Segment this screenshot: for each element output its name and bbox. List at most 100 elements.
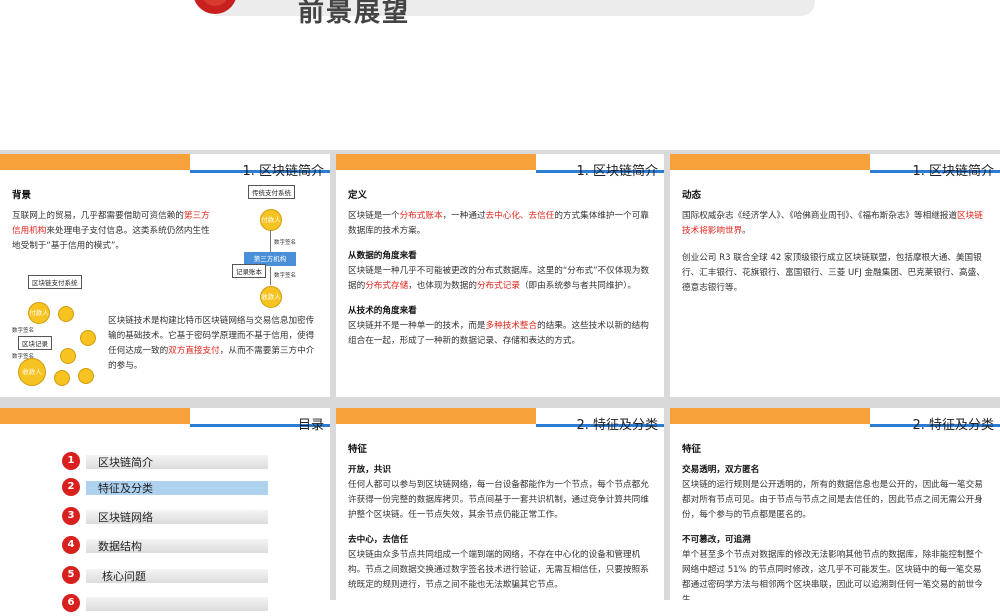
subheading: 从数据的角度来看 xyxy=(348,251,417,261)
toc-number-badge: 5 xyxy=(62,566,80,584)
text-run: 。 xyxy=(742,226,751,236)
slide-thumbnail-5[interactable]: 2. 特征及分类 特征 开放，共识 任何人都可以参与到区块链网络，每一台设备都能… xyxy=(336,408,664,600)
slide-header: 2. 特征及分类 xyxy=(670,408,1000,436)
highlight-text: 多种技术整合 xyxy=(485,321,538,331)
toc-item[interactable]: 3 区块链网络 xyxy=(62,507,272,529)
subheading: 从技术的角度来看 xyxy=(348,306,417,316)
slide-heading: 特征 xyxy=(682,444,702,455)
toc-item-label: 数据结构 xyxy=(98,540,142,553)
text-run: 国际权威杂志《经济学人》、《哈佛商业周刊》、《福布斯杂志》等相继报道 xyxy=(682,211,957,221)
paragraph: 区块链是一个分布式账本，一种通过去中心化、去信任的方式集体维护一个可靠数据库的技… xyxy=(348,209,654,239)
toc-number-badge: 2 xyxy=(62,478,80,496)
toc-number-badge: 6 xyxy=(62,594,80,612)
paragraph: 区块链并不是一种单一的技术，而是多种技术整合的结果。这些技术以新的结构组合在一起… xyxy=(348,319,654,349)
header-orange-bar xyxy=(670,408,870,424)
slide-heading: 特征 xyxy=(348,444,368,455)
slide-header-title: 1. 区块链简介 xyxy=(912,164,994,179)
payee-node: 收款人 xyxy=(260,286,282,308)
slide-header: 1. 区块链简介 xyxy=(336,154,664,182)
highlight-text: 分布式账本 xyxy=(399,211,443,221)
slide-thumbnail-1[interactable]: 1. 区块链简介 背景 互联网上的贸易，几乎都需要借助可资信赖的第三方信用机构来… xyxy=(0,154,330,397)
signature-label: 数字签名 xyxy=(274,240,297,246)
header-orange-bar xyxy=(0,154,190,170)
slide-body: 背景 互联网上的贸易，几乎都需要借助可资信赖的第三方信用机构来处理电子支付信息。… xyxy=(12,188,210,254)
paragraph: 区块链是一种几乎不可能被更改的分布式数据库。这里的“分布式”不仅体现为数据的分布… xyxy=(348,264,654,294)
slide-header-title: 1. 区块链简介 xyxy=(242,164,324,179)
block-record-label: 区块记录 xyxy=(18,336,52,350)
slide-header-title: 1. 区块链简介 xyxy=(576,164,658,179)
toc-item[interactable]: 4 数据结构 xyxy=(62,536,272,558)
connector-line xyxy=(270,267,271,285)
toc-item[interactable]: 6 xyxy=(62,594,272,616)
slide-heading: 动态 xyxy=(682,190,702,201)
toc-item[interactable]: 5 核心问题 xyxy=(62,566,272,588)
header-orange-bar xyxy=(336,408,536,424)
slide-header: 1. 区块链简介 xyxy=(0,154,330,182)
slide-thumbnail-3[interactable]: 1. 区块链简介 动态 国际权威杂志《经济学人》、《哈佛商业周刊》、《福布斯杂志… xyxy=(670,154,1000,397)
text-run: ，也体现为数据的 xyxy=(408,281,477,291)
traditional-payment-diagram: 传统支付系统 付款人 数字签名 第三方机构 记录账本 数字签名 收款人 xyxy=(226,182,326,312)
slide-heading: 定义 xyxy=(348,190,368,201)
paragraph: 互联网上的贸易，几乎都需要借助可资信赖的第三方信用机构来处理电子支付信息。这类系… xyxy=(12,209,210,254)
slide-thumbnail-2[interactable]: 1. 区块链简介 定义 区块链是一个分布式账本，一种通过去中心化、去信任的方式集… xyxy=(336,154,664,397)
toc-number-badge: 1 xyxy=(62,452,80,470)
diagram-title: 传统支付系统 xyxy=(248,185,295,199)
subheading: 开放，共识 xyxy=(348,465,391,475)
subheading: 不可篡改，可追溯 xyxy=(682,535,751,545)
slide-body: 特征 交易透明，双方匿名 区块链的运行规则是公开透明的，所有的数据信息也是公开的… xyxy=(682,442,990,600)
toc-item-label: 特征及分类 xyxy=(98,482,153,495)
paragraph: 单个甚至多个节点对数据库的修改无法影响其他节点的数据库，除非能控制整个网络中超过… xyxy=(682,550,983,600)
text-run: 互联网上的贸易，几乎都需要借助可资信赖的 xyxy=(12,211,184,221)
slide-header-title: 目录 xyxy=(297,418,324,433)
highlight-text: 双方直接支付 xyxy=(168,346,220,356)
peer-node xyxy=(60,348,76,364)
peer-node xyxy=(58,306,74,322)
connector-line xyxy=(270,230,271,252)
diagram-title: 区块链支付系统 xyxy=(28,275,82,289)
toc-number-badge: 3 xyxy=(62,507,80,525)
text-run: ，一种通过 xyxy=(442,211,486,221)
toc-item-label: 区块链网络 xyxy=(98,511,153,524)
hero-title: 前景展望 xyxy=(298,0,411,28)
slide-header-title: 2. 特征及分类 xyxy=(576,418,658,433)
header-orange-bar xyxy=(0,408,190,424)
subheading: 去中心，去信任 xyxy=(348,535,409,545)
slide-body-lower: 区块链技术是构建比特币区块链网络与交易信息加密传输的基础技术。它基于密码学原理而… xyxy=(108,314,316,374)
peer-node xyxy=(80,330,96,346)
ledger-label: 记录账本 xyxy=(232,264,266,278)
toc-item[interactable]: 1 区块链简介 xyxy=(62,452,272,474)
blockchain-payment-diagram: 区块链支付系统 付款人 数字签名 区块记录 数字签名 收款人 xyxy=(8,272,108,387)
payee-node: 收款人 xyxy=(18,358,46,386)
payer-node: 付款人 xyxy=(260,209,282,231)
slide-heading: 背景 xyxy=(12,190,32,201)
text-run: （即由系统参与者共同维护）。 xyxy=(519,281,636,291)
subheading: 交易透明，双方匿名 xyxy=(682,465,760,475)
slide-header: 1. 区块链简介 xyxy=(670,154,1000,182)
highlight-text: 分布式记录 xyxy=(476,281,520,291)
slide-header-title: 2. 特征及分类 xyxy=(912,418,994,433)
header-orange-bar xyxy=(670,154,870,170)
paragraph: 区块链技术是构建比特币区块链网络与交易信息加密传输的基础技术。它基于密码学原理而… xyxy=(108,314,316,374)
slide-body: 特征 开放，共识 任何人都可以参与到区块链网络，每一台设备都能作为一个节点，每个… xyxy=(348,442,654,593)
peer-node xyxy=(54,370,70,386)
toc-item-label: 区块链简介 xyxy=(98,456,153,469)
paragraph: 区块链由众多节点共同组成一个端到端的网络，不存在中心化的设备和管理机构。节点之间… xyxy=(348,550,649,590)
paragraph: 任何人都可以参与到区块链网络，每一台设备都能作为一个节点，每个节点都允许获得一份… xyxy=(348,480,649,520)
toc-item-bar xyxy=(86,597,268,611)
text-run: 区块链并不是一种单一的技术，而是 xyxy=(348,321,486,331)
toc-number-badge: 4 xyxy=(62,536,80,554)
toc-item-active[interactable]: 2 特征及分类 xyxy=(62,478,272,500)
slide-header: 目录 xyxy=(0,408,330,436)
payer-node: 付款人 xyxy=(28,302,50,324)
peer-node xyxy=(78,368,94,384)
slide-body: 定义 区块链是一个分布式账本，一种通过去中心化、去信任的方式集体维护一个可靠数据… xyxy=(348,188,654,349)
paragraph: 区块链的运行规则是公开透明的，所有的数据信息也是公开的，因此每一笔交易都对所有节… xyxy=(682,480,983,520)
slide-thumbnail-6[interactable]: 2. 特征及分类 特征 交易透明，双方匿名 区块链的运行规则是公开透明的，所有的… xyxy=(670,408,1000,600)
header-orange-bar xyxy=(336,154,536,170)
toc-item-label: 核心问题 xyxy=(102,570,146,583)
paragraph: 创业公司 R3 联合全球 42 家顶级银行成立区块链联盟，包括摩根大通、美国银行… xyxy=(682,253,985,293)
top-preview-area: 前景展望 xyxy=(0,0,1000,150)
highlight-text: 去中心化、去信任 xyxy=(485,211,555,221)
text-run: 区块链是一个 xyxy=(348,211,400,221)
signature-label: 数字签名 xyxy=(12,328,35,334)
